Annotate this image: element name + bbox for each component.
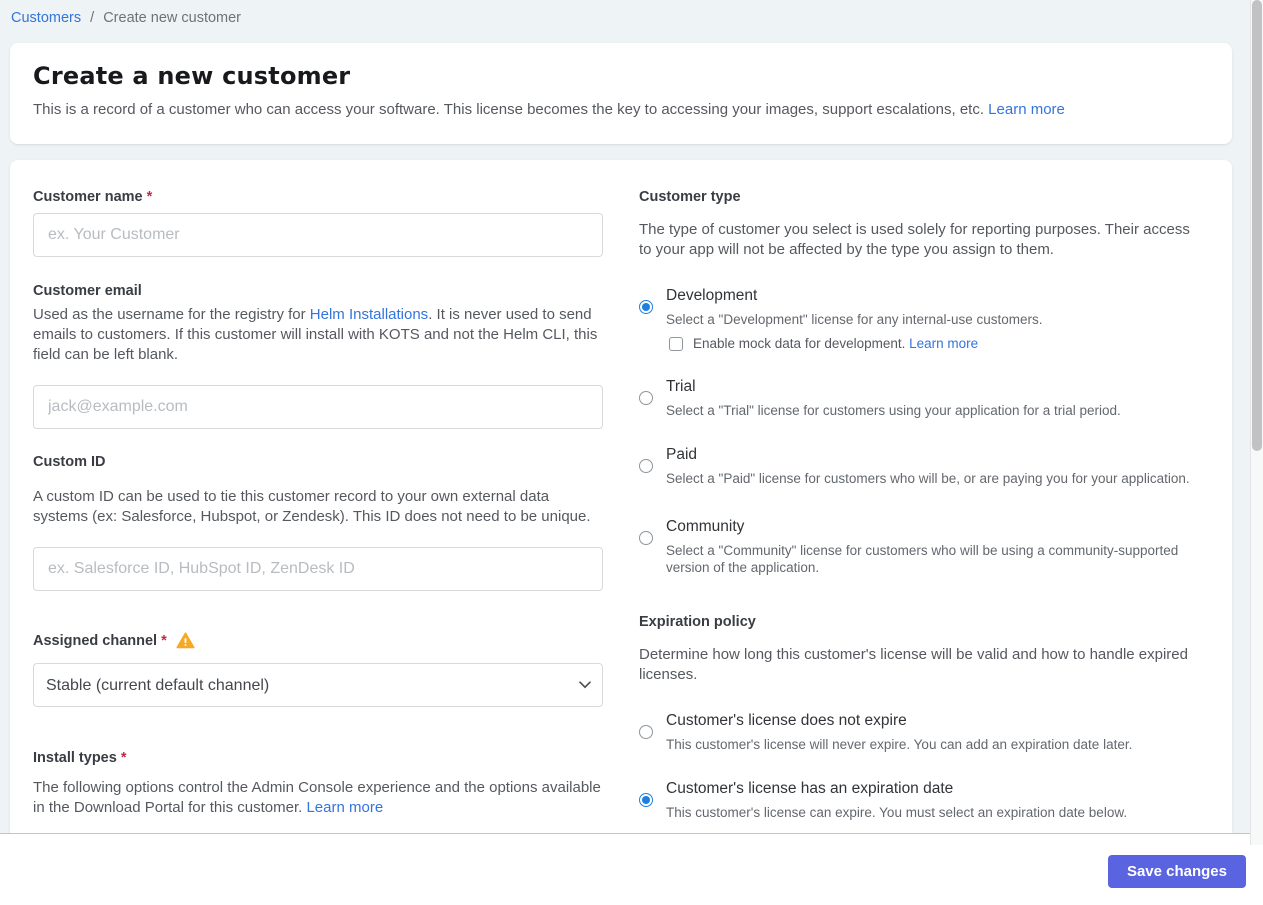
option-description: This customer's license will never expir… <box>666 737 1133 752</box>
assigned-channel-label-text: Assigned channel <box>33 632 158 649</box>
customer-type-description: The type of customer you select is used … <box>639 221 1190 258</box>
custom-id-input[interactable] <box>33 547 603 591</box>
customer-type-option-paid: Paid Select a "Paid" license for custome… <box>639 445 1199 487</box>
option-content: Trial Select a "Trial" license for custo… <box>666 377 1199 419</box>
mock-data-label: Enable mock data for development. Learn … <box>693 336 978 351</box>
breadcrumb-customers-link[interactable]: Customers <box>11 10 81 26</box>
customer-type-option-community: Community Select a "Community" license f… <box>639 517 1199 576</box>
custom-id-label-text: Custom ID <box>33 454 106 470</box>
custom-id-label: Custom ID <box>33 454 603 470</box>
option-content: Customer's license has an expiration dat… <box>666 779 1199 821</box>
breadcrumb-current: Create new customer <box>103 10 242 26</box>
option-description: Select a "Paid" license for customers wh… <box>666 471 1190 486</box>
customer-email-input[interactable] <box>33 385 603 429</box>
expiration-option-has-date: Customer's license has an expiration dat… <box>639 779 1199 821</box>
install-types-description: The following options control the Admin … <box>33 778 603 818</box>
option-label: Customer's license does not expire <box>666 712 907 729</box>
breadcrumb: Customers / Create new customer <box>11 10 241 26</box>
expiration-option-no-expire: Customer's license does not expire This … <box>639 711 1199 753</box>
option-label: Community <box>666 518 745 535</box>
option-content: Community Select a "Community" license f… <box>666 517 1199 576</box>
scrollbar-track[interactable] <box>1250 0 1263 845</box>
option-description: This customer's license can expire. You … <box>666 805 1128 820</box>
customer-email-label: Customer email <box>33 283 603 299</box>
customer-name-input[interactable] <box>33 213 603 257</box>
option-description: Select a "Community" license for custome… <box>666 543 1179 575</box>
option-label: Trial <box>666 378 696 395</box>
assigned-channel-select[interactable]: Stable (current default channel) <box>33 663 603 707</box>
option-content: Paid Select a "Paid" license for custome… <box>666 445 1199 487</box>
scrollbar-thumb[interactable] <box>1252 0 1262 451</box>
customer-form-card: Customer name * Customer email Used as t… <box>10 160 1232 905</box>
mock-data-learn-more-link[interactable]: Learn more <box>909 336 978 351</box>
install-types-label-text: Install types <box>33 750 117 766</box>
customer-email-description: Used as the username for the registry fo… <box>33 305 603 365</box>
customer-type-heading: Customer type <box>639 189 741 205</box>
install-types-label: Install types * <box>33 750 603 766</box>
save-changes-button[interactable]: Save changes <box>1107 855 1246 888</box>
customer-type-option-development: Development Select a "Development" licen… <box>639 286 1199 351</box>
header-learn-more-link[interactable]: Learn more <box>988 101 1065 118</box>
breadcrumb-separator: / <box>90 10 95 26</box>
option-description: Select a "Development" license for any i… <box>666 312 1043 327</box>
expiration-policy-heading: Expiration policy <box>639 614 756 630</box>
mock-data-label-text: Enable mock data for development. <box>693 336 906 351</box>
radio-license-has-expiration[interactable] <box>639 793 653 807</box>
required-asterisk: * <box>120 750 127 766</box>
option-label: Paid <box>666 446 698 463</box>
email-desc-before: Used as the username for the registry fo… <box>33 306 310 323</box>
page-description-text: This is a record of a customer who can a… <box>33 101 984 118</box>
radio-development[interactable] <box>639 300 653 314</box>
customer-name-label: Customer name * <box>33 189 603 205</box>
custom-id-description: A custom ID can be used to tie this cust… <box>33 488 591 525</box>
page-description: This is a record of a customer who can a… <box>33 101 1209 118</box>
customer-type-option-trial: Trial Select a "Trial" license for custo… <box>639 377 1199 419</box>
customer-email-label-text: Customer email <box>33 283 142 299</box>
radio-paid[interactable] <box>639 459 653 473</box>
customer-name-label-text: Customer name <box>33 189 143 205</box>
form-left-column: Customer name * Customer email Used as t… <box>33 189 603 905</box>
required-asterisk: * <box>161 632 167 649</box>
radio-trial[interactable] <box>639 391 653 405</box>
page-header-card: Create a new customer This is a record o… <box>10 43 1232 144</box>
save-footer-bar: Save changes <box>0 833 1263 905</box>
warning-icon <box>176 632 195 649</box>
form-right-column: Customer type The type of customer you s… <box>639 189 1199 905</box>
option-label: Customer's license has an expiration dat… <box>666 780 954 797</box>
radio-community[interactable] <box>639 531 653 545</box>
page-title: Create a new customer <box>33 62 351 90</box>
mock-data-checkbox[interactable] <box>669 336 683 351</box>
install-types-learn-more-link[interactable]: Learn more <box>306 799 383 816</box>
option-content: Customer's license does not expire This … <box>666 711 1199 753</box>
radio-license-does-not-expire[interactable] <box>639 725 653 739</box>
mock-data-row: Enable mock data for development. Learn … <box>669 336 1199 351</box>
option-label: Development <box>666 287 758 304</box>
assigned-channel-label: Assigned channel * <box>33 632 603 649</box>
helm-installations-link[interactable]: Helm Installations <box>310 306 428 323</box>
required-asterisk: * <box>146 189 153 205</box>
expiration-policy-description: Determine how long this customer's licen… <box>639 646 1188 683</box>
option-description: Select a "Trial" license for customers u… <box>666 403 1121 418</box>
option-content: Development Select a "Development" licen… <box>666 286 1199 351</box>
